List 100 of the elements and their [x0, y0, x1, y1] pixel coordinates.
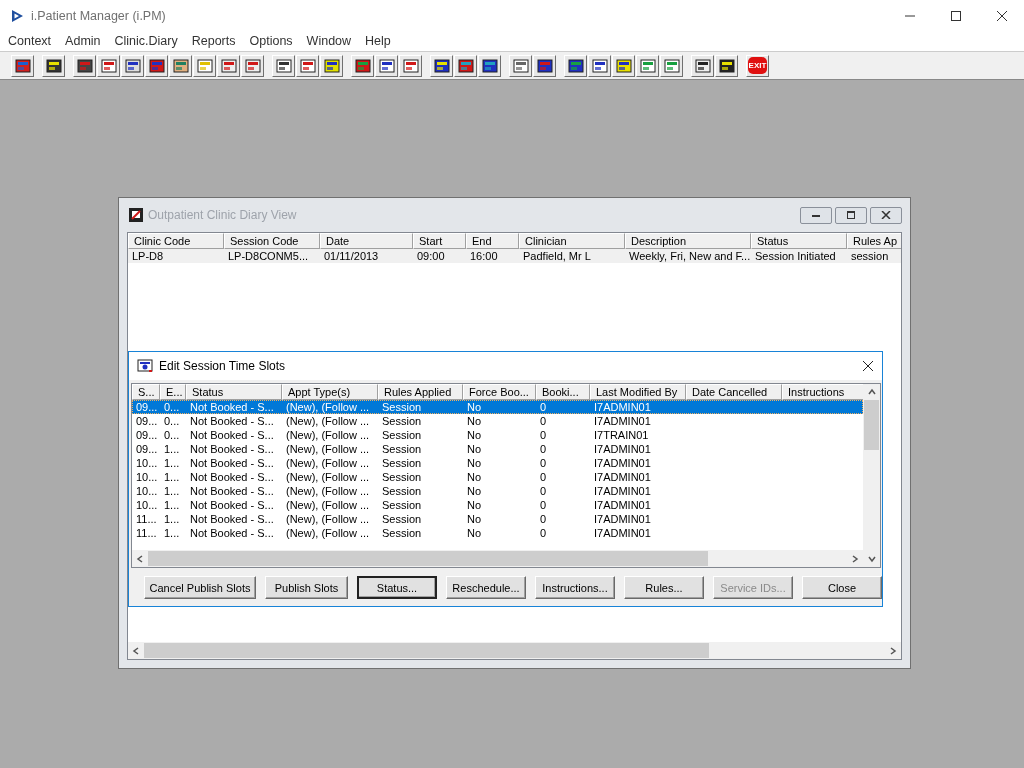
- scroll-thumb[interactable]: [864, 400, 879, 450]
- table-cell-text: LP-D8: [131, 249, 165, 263]
- close-icon[interactable]: [996, 9, 1008, 22]
- scroll-down-icon[interactable]: [867, 555, 876, 563]
- scroll-up-icon[interactable]: [867, 388, 876, 396]
- column-header[interactable]: Description: [625, 233, 751, 249]
- column-header[interactable]: Booki...: [536, 384, 590, 400]
- column-header[interactable]: Date: [320, 233, 413, 249]
- column-header[interactable]: Appt Type(s): [282, 384, 378, 400]
- table-cell-text: (New), (Follow ...: [285, 498, 371, 512]
- table-cell-text: 09:00: [416, 249, 446, 263]
- scroll-right-icon[interactable]: [889, 646, 897, 655]
- table-cell-text: I7TRAIN01: [593, 428, 650, 442]
- dialog-button[interactable]: Cancel Publish Slots: [144, 576, 256, 599]
- menu-item[interactable]: Options: [249, 34, 293, 48]
- table-cell-text: Session Initiated: [754, 249, 837, 263]
- table-cell-text: 0: [539, 442, 548, 456]
- table-cell-text: No: [466, 456, 483, 470]
- column-header[interactable]: Instructions: [782, 384, 863, 400]
- dialog-button[interactable]: Status...: [357, 576, 437, 599]
- column-header[interactable]: Last Modified By: [590, 384, 686, 400]
- scroll-thumb[interactable]: [148, 551, 708, 566]
- column-header[interactable]: Session Code: [224, 233, 320, 249]
- horizontal-scrollbar[interactable]: [128, 642, 901, 659]
- table-cell-text: 0...: [163, 414, 181, 428]
- table-cell-text: (New), (Follow ...: [285, 512, 371, 526]
- table-cell-text: No: [466, 428, 483, 442]
- column-header[interactable]: Force Boo...: [463, 384, 536, 400]
- table-row[interactable]: 09... 0... Not Booked - S... (New), (Follow ... Session No 0 I7TRAIN01: [132, 428, 863, 442]
- table-row[interactable]: 11... 1... Not Booked - S... (New), (Follow ... Session No 0 I7ADMIN01: [132, 512, 863, 526]
- table-cell-text: Session: [381, 414, 423, 428]
- table-row[interactable]: 10... 1... Not Booked - S... (New), (Follow ... Session No 0 I7ADMIN01: [132, 484, 863, 498]
- column-header[interactable]: S...: [132, 384, 160, 400]
- table-cell-text: Not Booked - S...: [189, 470, 275, 484]
- table-cell-text: 0: [539, 400, 548, 414]
- menu-item[interactable]: Clinic.Diary: [114, 34, 178, 48]
- menu-item[interactable]: Reports: [191, 34, 236, 48]
- maximize-icon[interactable]: [950, 9, 962, 22]
- table-cell-text: 1...: [163, 498, 181, 512]
- column-header[interactable]: Date Cancelled: [686, 384, 782, 400]
- restore-button[interactable]: [835, 206, 867, 224]
- table-row[interactable]: 10... 1... Not Booked - S... (New), (Follow ... Session No 0 I7ADMIN01: [132, 456, 863, 470]
- table-cell-text: 11...: [135, 526, 158, 540]
- dialog-button[interactable]: Publish Slots: [265, 576, 348, 599]
- table-cell-text: I7ADMIN01: [593, 400, 652, 414]
- table-cell-text: I7ADMIN01: [593, 498, 652, 512]
- table-cell-text: I7ADMIN01: [593, 512, 652, 526]
- app-logo-icon: [10, 8, 24, 23]
- column-header[interactable]: Status: [751, 233, 847, 249]
- horizontal-scrollbar[interactable]: [132, 550, 863, 567]
- table-row[interactable]: 09... 1... Not Booked - S... (New), (Follow ... Session No 0 I7ADMIN01: [132, 442, 863, 456]
- column-header[interactable]: Rules Applied: [378, 384, 463, 400]
- table-cell-text: 09...: [135, 400, 159, 414]
- table-row[interactable]: 10... 1... Not Booked - S... (New), (Follow ... Session No 0 I7ADMIN01: [132, 470, 863, 484]
- dialog-button[interactable]: Reschedule...: [446, 576, 526, 599]
- table-cell-text: (New), (Follow ...: [285, 442, 371, 456]
- table-cell-text: (New), (Follow ...: [285, 428, 371, 442]
- close-icon[interactable]: [862, 360, 874, 372]
- table-row[interactable]: 09... 0... Not Booked - S... (New), (Follow ... Session No 0 I7ADMIN01: [132, 400, 863, 414]
- table-row[interactable]: 11... 1... Not Booked - S... (New), (Follow ... Session No 0 I7ADMIN01: [132, 526, 863, 540]
- column-header[interactable]: Rules Ap: [847, 233, 901, 249]
- column-header[interactable]: Clinician: [519, 233, 625, 249]
- column-header[interactable]: E...: [160, 384, 186, 400]
- table-cell-text: 0: [539, 512, 548, 526]
- column-header[interactable]: Clinic Code: [128, 233, 224, 249]
- table-cell-text: 10...: [135, 470, 159, 484]
- table-cell-text: 10...: [135, 498, 159, 512]
- table-cell-text: No: [466, 498, 483, 512]
- table-cell-text: (New), (Follow ...: [285, 414, 371, 428]
- table-cell-text: Weekly, Fri, New and F...: [628, 249, 751, 263]
- dialog-button[interactable]: Close: [802, 576, 882, 599]
- menu-item[interactable]: Window: [306, 34, 352, 48]
- table-cell-text: Session: [381, 428, 423, 442]
- table-cell-text: 1...: [163, 442, 181, 456]
- minimize-button[interactable]: [800, 206, 832, 224]
- close-button[interactable]: [870, 206, 902, 224]
- table-row[interactable]: LP-D8 LP-D8CONM5... 01/11/2013 09:00 16:00 Padfield, Mr L Weekly, Fri, New and F... Session Initiated session: [128, 249, 901, 263]
- column-header[interactable]: Status: [186, 384, 282, 400]
- table-cell-text: Not Booked - S...: [189, 456, 275, 470]
- scroll-thumb[interactable]: [144, 643, 709, 658]
- scroll-left-icon[interactable]: [132, 646, 140, 655]
- scroll-left-icon[interactable]: [136, 554, 144, 563]
- vertical-scrollbar[interactable]: [863, 384, 880, 567]
- table-cell-text: 1...: [163, 526, 181, 540]
- table-row[interactable]: 09... 0... Not Booked - S... (New), (Follow ... Session No 0 I7ADMIN01: [132, 414, 863, 428]
- table-cell-text: (New), (Follow ...: [285, 470, 371, 484]
- table-row[interactable]: 10... 1... Not Booked - S... (New), (Follow ... Session No 0 I7ADMIN01: [132, 498, 863, 512]
- menu-item[interactable]: Help: [365, 34, 391, 48]
- column-header[interactable]: Start: [413, 233, 466, 249]
- dialog-button[interactable]: Instructions...: [535, 576, 615, 599]
- close-icon: [881, 211, 891, 219]
- scroll-right-icon[interactable]: [851, 554, 859, 563]
- column-header[interactable]: End: [466, 233, 519, 249]
- table-cell-text: I7ADMIN01: [593, 484, 652, 498]
- dialog-button[interactable]: Rules...: [624, 576, 704, 599]
- menu-item[interactable]: Admin: [65, 34, 101, 48]
- table-cell-text: 1...: [163, 470, 181, 484]
- table-cell-text: No: [466, 470, 483, 484]
- menu-item[interactable]: Context: [8, 34, 52, 48]
- table-cell-text: Session: [381, 442, 423, 456]
